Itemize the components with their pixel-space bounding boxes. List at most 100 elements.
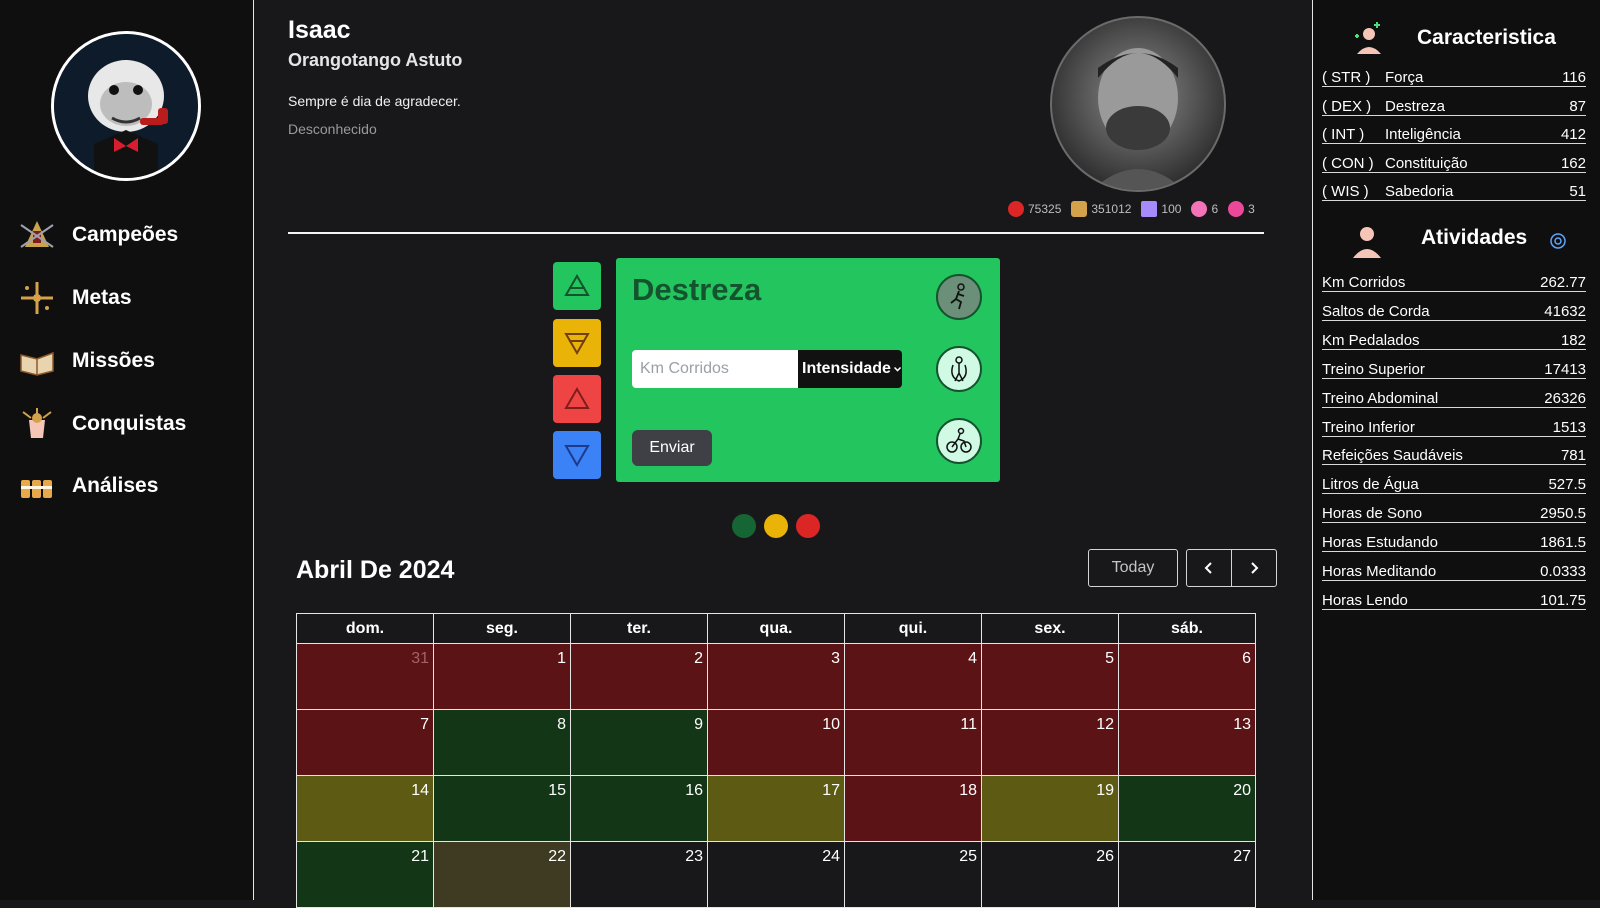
nav-campeoes[interactable]: Campeões [18, 215, 178, 255]
today-button[interactable]: Today [1088, 549, 1178, 587]
activity-row: Km Corridos 262.77 [1322, 269, 1586, 292]
calendar-day[interactable]: 2 [570, 643, 708, 710]
chevron-down-icon [893, 366, 902, 372]
calendar-day[interactable]: 11 [844, 709, 982, 776]
stat-value: 75325 [1028, 202, 1062, 216]
activity-row: Km Pedalados 182 [1322, 327, 1586, 350]
calendar-day[interactable]: 9 [570, 709, 708, 776]
nav-analises[interactable]: Análises [18, 466, 158, 506]
km-input[interactable] [632, 350, 798, 388]
activity-value: 41632 [1544, 302, 1586, 320]
stat-abbr: ( STR ) [1322, 69, 1371, 86]
activity-value: 1861.5 [1540, 534, 1586, 552]
stat-value: 100 [1161, 202, 1182, 216]
calendar-day[interactable]: 3 [707, 643, 845, 710]
calendar-day[interactable]: 31 [296, 643, 434, 710]
activity-value: 182 [1560, 331, 1586, 349]
calendar-day[interactable]: 25 [844, 841, 982, 908]
avatar[interactable] [1050, 16, 1226, 192]
calendar-day[interactable]: 23 [570, 841, 708, 908]
calendar-day[interactable]: 17 [707, 775, 845, 842]
nav-label: Análises [72, 474, 159, 497]
activity-row: Litros de Água 527.5 [1322, 471, 1586, 495]
calendar-day[interactable]: 21 [296, 841, 434, 908]
characteristic-row: ( WIS ) Sabedoria 51 [1322, 178, 1586, 201]
calendar-day[interactable]: 6 [1118, 643, 1256, 710]
activity-row: Treino Abdominal 26326 [1322, 385, 1586, 408]
water-triangle-button[interactable] [553, 431, 601, 479]
stat-value: 162 [1560, 154, 1586, 172]
stat-crystal: 100 [1141, 201, 1181, 217]
user-name: Isaac [288, 16, 351, 44]
stat-value: 6 [1211, 202, 1219, 216]
activity-name: Horas de Sono [1322, 505, 1423, 523]
earth-triangle-icon [564, 333, 590, 355]
right-sidebar: Caracteristica ( STR ) Força 116 ( DEX ) Des… [1312, 0, 1600, 900]
fire-triangle-button[interactable] [553, 375, 601, 423]
calendar-day[interactable]: 27 [1118, 841, 1256, 908]
nav-label: Conquistas [72, 412, 187, 435]
intensity-select[interactable]: Intensidade [798, 350, 902, 388]
calendar-day[interactable]: 7 [296, 709, 434, 776]
calendar-day[interactable]: 10 [707, 709, 845, 776]
calendar-day[interactable]: 15 [433, 775, 571, 842]
activity-jump-rope-button[interactable] [936, 346, 982, 392]
status-dot-yellow[interactable] [764, 514, 788, 538]
calendar-day[interactable]: 4 [844, 643, 982, 710]
activity-name: Refeições Saudáveis [1322, 447, 1463, 465]
calendar-week: 31 1 2 3 4 5 6 [296, 643, 1256, 710]
calendar-day[interactable]: 19 [981, 775, 1119, 842]
activity-row: Saltos de Corda 41632 [1322, 298, 1586, 321]
status-dot-red[interactable] [796, 514, 820, 538]
running-icon [950, 283, 965, 310]
chevron-left-icon [1204, 562, 1212, 574]
weekday-header: sáb. [1118, 613, 1256, 644]
nav-metas[interactable]: Metas [18, 278, 132, 318]
water-triangle-icon [564, 445, 590, 467]
activity-row: Horas de Sono 2950.5 [1322, 500, 1586, 524]
nav-conquistas[interactable]: Conquistas [18, 404, 186, 444]
stat-name: Força [1385, 69, 1424, 86]
currency-stats: 75325 351012 100 6 3 [1008, 201, 1255, 217]
calendar-day[interactable]: 16 [570, 775, 708, 842]
dna-icon [1071, 201, 1088, 217]
calendar-title: Abril De 2024 [296, 556, 455, 584]
monster-icon [1191, 201, 1208, 217]
characteristic-row: ( CON ) Constituição 162 [1322, 150, 1586, 173]
calendar-day[interactable]: 20 [1118, 775, 1256, 842]
card-title: Destreza [632, 272, 762, 307]
activities-title: Atividades [1421, 226, 1528, 249]
trophy-hand-icon [18, 405, 56, 443]
calendar-day[interactable]: 24 [707, 841, 845, 908]
next-month-button[interactable] [1231, 549, 1277, 587]
calendar-day[interactable]: 14 [296, 775, 434, 842]
app-logo[interactable] [51, 31, 201, 181]
air-triangle-icon [564, 274, 590, 296]
calendar-day[interactable]: 26 [981, 841, 1119, 908]
prev-month-button[interactable] [1186, 549, 1232, 587]
weekday-header: ter. [570, 613, 708, 644]
activity-value: 17413 [1544, 360, 1586, 378]
activity-value: 1513 [1552, 418, 1586, 436]
submit-button[interactable]: Enviar [632, 430, 712, 466]
calendar-day[interactable]: 1 [433, 643, 571, 710]
activity-name: Treino Superior [1322, 360, 1425, 378]
status-dot-green[interactable] [732, 514, 756, 538]
calendar-week: 21 22 23 24 25 26 27 [296, 841, 1256, 908]
stat-abbr: ( WIS ) [1322, 183, 1369, 200]
calendar-day[interactable]: 18 [844, 775, 982, 842]
characteristic-row: ( STR ) Força 116 [1322, 64, 1586, 87]
calendar-day[interactable]: 13 [1118, 709, 1256, 776]
activity-running-button[interactable] [936, 274, 982, 320]
activity-row: Treino Inferior 1513 [1322, 414, 1586, 437]
nav-missoes[interactable]: Missões [18, 341, 155, 381]
calendar-day[interactable]: 12 [981, 709, 1119, 776]
air-triangle-button[interactable] [553, 262, 601, 310]
calendar-day[interactable]: 5 [981, 643, 1119, 710]
calendar-day[interactable]: 22 [433, 841, 571, 908]
activity-name: Km Corridos [1322, 274, 1406, 291]
earth-triangle-button[interactable] [553, 319, 601, 367]
settings-target-icon[interactable] [1549, 232, 1567, 250]
activity-cycling-button[interactable] [936, 418, 982, 464]
calendar-day[interactable]: 8 [433, 709, 571, 776]
